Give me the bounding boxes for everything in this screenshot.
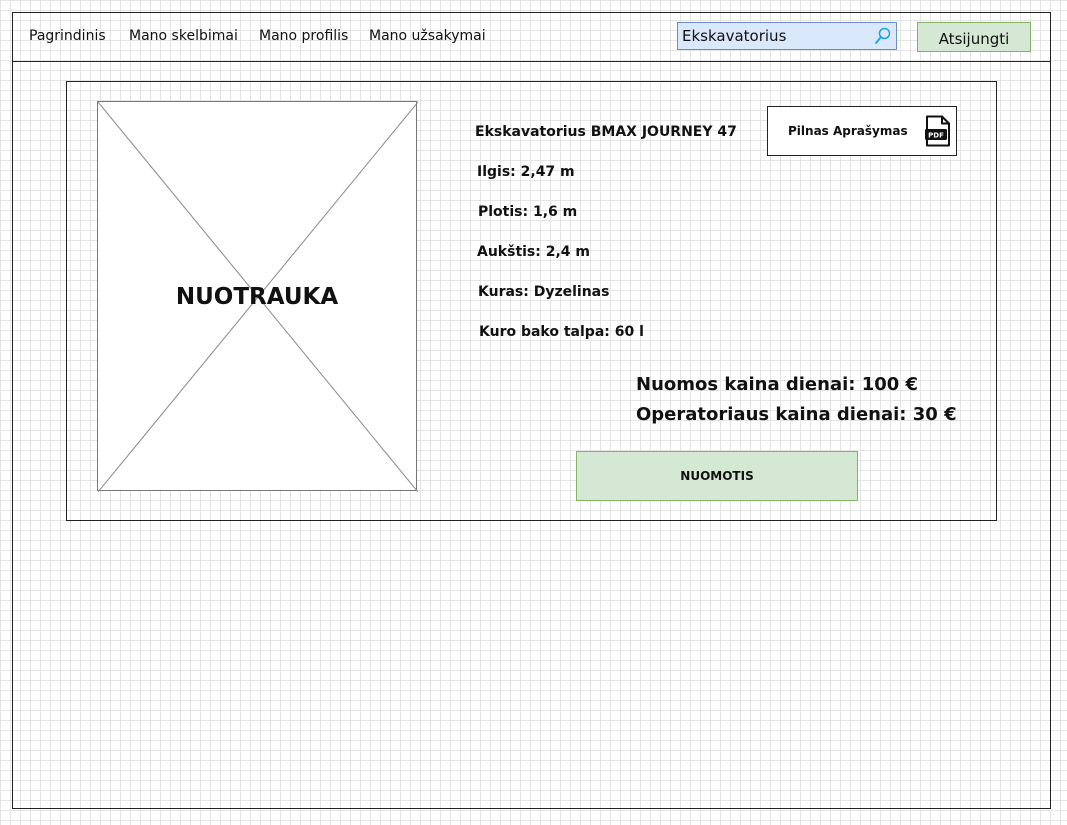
spec-height: Aukštis: 2,4 m [477, 244, 591, 260]
logout-button[interactable]: Atsijungti [917, 22, 1031, 52]
pdf-file-icon: PDF [925, 115, 950, 147]
full-description-pdf-button[interactable]: Pilnas Aprašymas PDF [767, 106, 957, 156]
spec-length: Ilgis: 2,47 m [477, 164, 575, 180]
spec-width: Plotis: 1,6 m [478, 204, 578, 220]
operator-price-per-day: Operatoriaus kaina dienai: 30 € [636, 404, 957, 425]
spec-tank-capacity: Kuro bako talpa: 60 l [479, 324, 644, 340]
photo-placeholder: NUOTRAUKA [97, 101, 418, 492]
search-box [677, 22, 897, 50]
nav-item-my-listings[interactable]: Mano skelbimai [129, 28, 238, 44]
search-input[interactable] [682, 26, 867, 46]
nav-item-my-profile[interactable]: Mano profilis [259, 28, 348, 44]
spec-fuel: Kuras: Dyzelinas [478, 284, 610, 300]
header-divider [12, 61, 1051, 62]
photo-label: NUOTRAUKA [175, 284, 339, 310]
rent-button[interactable]: NUOMOTIS [576, 451, 858, 501]
nav-item-home[interactable]: Pagrindinis [29, 28, 106, 44]
nav-item-my-orders[interactable]: Mano užsakymai [369, 28, 486, 44]
pdf-badge-text: PDF [928, 132, 944, 140]
listing-title: Ekskavatorius BMAX JOURNEY 47 [475, 124, 737, 140]
pdf-button-label: Pilnas Aprašymas [788, 124, 908, 138]
rent-price-per-day: Nuomos kaina dienai: 100 € [636, 374, 919, 395]
search-icon[interactable] [873, 26, 893, 46]
